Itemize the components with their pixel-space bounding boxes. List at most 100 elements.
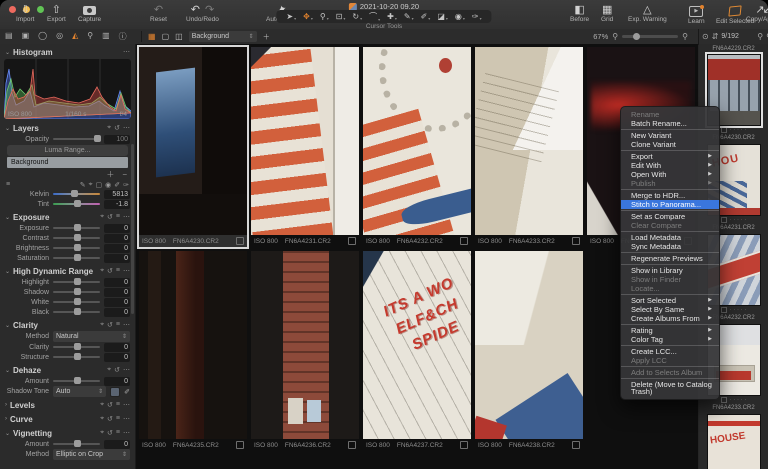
white-value[interactable]: 0 — [104, 297, 130, 307]
capture-button[interactable]: Capture — [78, 4, 101, 23]
vignetting-amount-slider[interactable] — [53, 440, 100, 447]
thumbnail-fn6a4238[interactable] — [475, 251, 583, 439]
thumbnail-fn6a4235[interactable] — [139, 251, 247, 439]
black-slider[interactable] — [53, 308, 100, 315]
kelvin-slider[interactable] — [53, 190, 100, 197]
reset-adjustments-icon[interactable]: ↺ — [107, 429, 113, 437]
search-icon[interactable]: ⚲ — [757, 32, 763, 41]
zoom-out-icon[interactable]: ⚲ — [612, 32, 618, 41]
rating-dots[interactable]: · · · · · — [730, 397, 747, 403]
select-checkbox[interactable] — [460, 237, 468, 245]
menu-item-merge-to-hdr[interactable]: Merge to HDR... — [621, 191, 719, 200]
select-tool-button[interactable]: ➤ ▾ — [286, 12, 296, 21]
exposure-value[interactable]: 0 — [104, 223, 130, 233]
menu-item-set-as-compare[interactable]: Set as Compare — [621, 212, 719, 221]
exposure-warning-button[interactable]: △ Exp. Warning — [628, 4, 667, 23]
preset-icon[interactable]: ≡ — [116, 321, 120, 329]
picker-icon[interactable]: ⌖ — [89, 181, 93, 189]
white-slider[interactable] — [53, 298, 100, 305]
hamburger-icon[interactable]: ≡ — [6, 181, 10, 188]
tab-capture[interactable]: ▣ — [22, 31, 30, 42]
dehaze-amount-value[interactable]: 0 — [104, 376, 130, 386]
preset-icon[interactable]: ≡ — [116, 213, 120, 221]
grid-cell[interactable]: ISO 800 FN6A4231.CR2 — [251, 47, 359, 247]
add-layer-icon[interactable]: ＋ — [106, 171, 114, 179]
layers-header[interactable]: ⌄ Layers ⌖ ↺ ⋯ — [0, 122, 135, 134]
preset-icon[interactable]: ≡ — [116, 267, 120, 275]
grid-cell[interactable]: ISO 800 FN6A4235.CR2 — [139, 251, 247, 451]
more-icon[interactable]: ⋯ — [123, 429, 130, 437]
background-layer-row[interactable]: Background — [7, 157, 128, 168]
kelvin-value[interactable]: 5813 — [104, 189, 130, 199]
grid-cell[interactable]: ISO 800 FN6A4232.CR2 — [363, 47, 471, 247]
undo-icon[interactable]: ↶ — [191, 4, 200, 16]
more-icon[interactable]: ⋯ — [123, 366, 130, 374]
radial-mask-tool-button[interactable]: ◉ ▾ — [455, 12, 465, 21]
draw-mask-tool-button[interactable]: ✎ ▾ — [404, 12, 414, 21]
menu-item-batch-rename[interactable]: Batch Rename... — [621, 119, 719, 128]
select-checkbox[interactable] — [460, 441, 468, 449]
grid-view-button[interactable]: ▦ — [148, 32, 156, 41]
menu-item-select-by-same[interactable]: Select By Same ▶ — [621, 305, 719, 314]
reset-adjustments-icon[interactable]: ↺ — [107, 213, 113, 221]
luma-range-button[interactable]: Luma Range... — [7, 145, 128, 156]
remove-layer-icon[interactable]: − — [122, 171, 127, 179]
rotate-tool-button[interactable]: ↻ ▾ — [352, 12, 362, 21]
copy-apply-button[interactable]: ↗↙ Copy/Apply — [746, 4, 768, 23]
select-checkbox[interactable] — [720, 307, 727, 313]
tab-lens[interactable]: ◯ — [38, 31, 47, 42]
highlight-value[interactable]: 0 — [104, 277, 130, 287]
undo-redo-buttons[interactable]: ↶ ↷ Undo/Redo — [186, 4, 219, 23]
learn-button[interactable]: ▶ Learn — [688, 4, 705, 25]
select-checkbox[interactable] — [236, 441, 244, 449]
grid-toggle-button[interactable]: ▦ Grid — [601, 4, 613, 23]
tab-library[interactable]: ▤ — [5, 31, 13, 42]
picker-icon[interactable]: ⌖ — [100, 429, 104, 437]
zoom-slider-handle[interactable] — [633, 33, 641, 40]
redo-icon[interactable]: ↷ — [205, 4, 214, 16]
menu-item-export[interactable]: Export ▶ — [621, 152, 719, 161]
hdr-header[interactable]: ⌄ High Dynamic Range ⌖ ↺ ≡ ⋯ — [0, 265, 135, 277]
export-button[interactable]: ⇧ Export — [47, 4, 66, 23]
menu-item-sort-selected[interactable]: Sort Selected ▶ — [621, 296, 719, 305]
contrast-value[interactable]: 0 — [104, 233, 130, 243]
preset-icon[interactable]: ≡ — [116, 429, 120, 437]
dehaze-amount-slider[interactable] — [53, 377, 100, 384]
thumbnail-fn6a4237[interactable]: ITS A WO ELF&CH SPIDE — [363, 251, 471, 439]
reset-adjustments-icon[interactable]: ↺ — [114, 124, 120, 132]
menu-item-sync-metadata[interactable]: Sync Metadata — [621, 242, 719, 251]
select-checkbox[interactable] — [572, 237, 580, 245]
brightness-value[interactable]: 0 — [104, 243, 130, 253]
shadow-tone-eyedropper-icon[interactable]: ✐ — [124, 388, 130, 396]
rating-dots[interactable]: · · · · · — [730, 217, 747, 223]
picker-icon[interactable]: ⌖ — [100, 401, 104, 409]
wb-eyedropper-icon[interactable]: ✑ — [123, 181, 129, 189]
import-button[interactable]: ⇩ Import — [16, 4, 34, 23]
grid-cell[interactable]: ISO 800 FN6A4236.CR2 — [251, 251, 359, 451]
rating-dots[interactable]: · · · · · — [730, 307, 747, 313]
zoom-percent[interactable]: 67% — [593, 32, 608, 41]
tab-details[interactable]: ⚲ — [87, 31, 93, 42]
dehaze-header[interactable]: ⌄ Dehaze ⌖ ↺ ⋯ — [0, 364, 135, 376]
zoom-in-icon[interactable]: ⚲ — [682, 32, 688, 41]
select-checkbox[interactable] — [720, 397, 727, 403]
levels-header[interactable]: › Levels ⌖ ↺ ≡ ⋯ — [0, 399, 135, 411]
select-checkbox[interactable] — [720, 127, 727, 133]
grid-cell[interactable]: ITS A WO ELF&CH SPIDE ISO 800 FN6A4237.CR… — [363, 251, 471, 451]
picker-icon[interactable]: ⌖ — [107, 124, 111, 132]
panel-scrollbar[interactable] — [131, 144, 134, 314]
reset-adjustments-icon[interactable]: ↺ — [114, 366, 120, 374]
erase-mask-tool-button[interactable]: ✐ ▾ — [421, 12, 431, 21]
clarity-header[interactable]: ⌄ Clarity ⌖ ↺ ≡ ⋯ — [0, 319, 135, 331]
straighten-tool-button[interactable]: ⌒ ▾ — [369, 11, 380, 22]
layer-selector-dropdown[interactable]: Background ⇕ — [188, 31, 257, 42]
reset-adjustments-icon[interactable]: ↺ — [107, 321, 113, 329]
single-view-button[interactable]: ▢ — [162, 32, 170, 41]
menu-item-color-tag[interactable]: Color Tag ▶ — [621, 335, 719, 344]
tint-slider[interactable] — [53, 200, 100, 207]
grid-cell[interactable]: ISO 800 FN6A4230.CR2 — [139, 47, 247, 247]
reset-adjustments-icon[interactable]: ↺ — [107, 267, 113, 275]
opacity-slider[interactable] — [53, 135, 101, 142]
spot-removal-tool-button[interactable]: ✚ ▾ — [387, 12, 397, 21]
grid-cell[interactable]: ISO 800 FN6A4233.CR2 — [475, 47, 583, 247]
